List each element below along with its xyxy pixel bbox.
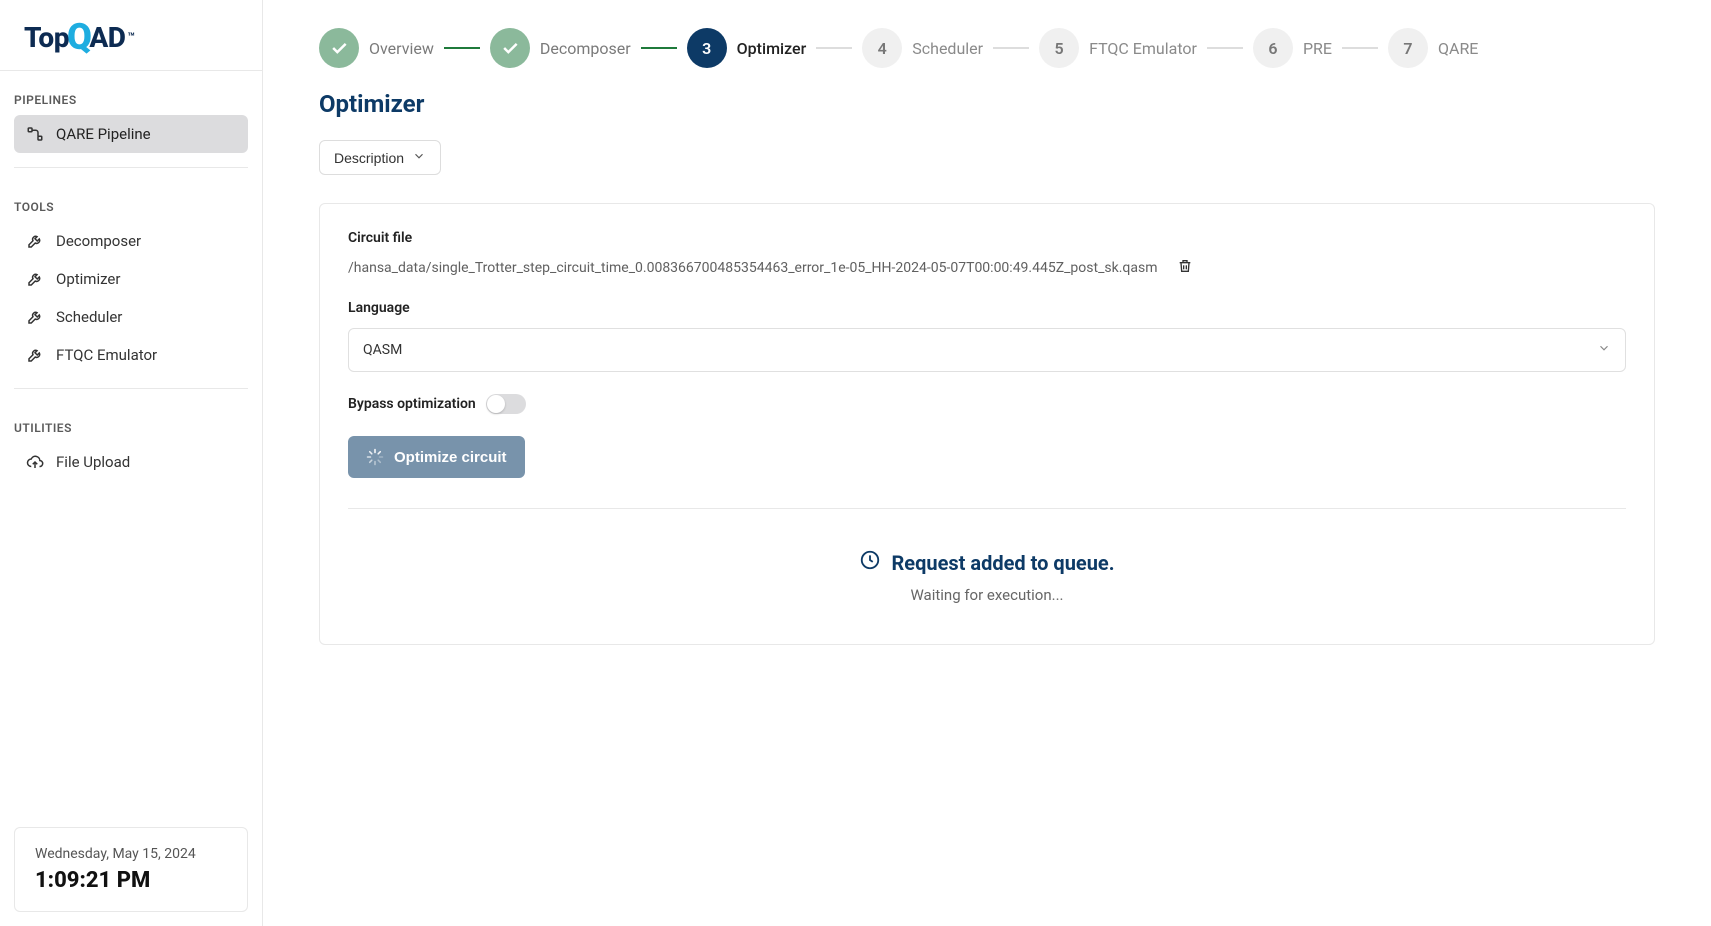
wrench-icon <box>26 308 44 326</box>
step-label: QARE <box>1438 39 1478 58</box>
sidebar-item-ftqc-emulator[interactable]: FTQC Emulator <box>14 336 248 374</box>
step-decomposer[interactable]: Decomposer <box>490 28 631 68</box>
step-label: Optimizer <box>737 39 807 58</box>
circuit-file-path: /hansa_data/single_Trotter_step_circuit_… <box>348 260 1157 276</box>
check-icon <box>490 28 530 68</box>
logo-tm: ™ <box>127 30 134 44</box>
nav-divider <box>14 388 248 389</box>
nav-divider <box>14 167 248 168</box>
step-scheduler[interactable]: 4 Scheduler <box>862 28 983 68</box>
step-connector <box>993 47 1029 49</box>
language-value: QASM <box>363 342 402 358</box>
step-overview[interactable]: Overview <box>319 28 434 68</box>
description-toggle-button[interactable]: Description <box>319 140 441 175</box>
queue-status: Request added to queue. Waiting for exec… <box>348 549 1626 604</box>
description-label: Description <box>334 150 404 166</box>
bypass-toggle[interactable] <box>486 394 526 414</box>
datetime-card: Wednesday, May 15, 2024 1:09:21 PM <box>14 827 248 912</box>
datetime-date: Wednesday, May 15, 2024 <box>35 846 227 862</box>
wrench-icon <box>26 346 44 364</box>
wrench-icon <box>26 232 44 250</box>
step-number: 6 <box>1253 28 1293 68</box>
nav-header-pipelines: PIPELINES <box>14 85 248 115</box>
sidebar-item-label: Optimizer <box>56 270 120 288</box>
logo: TopQAD™ <box>0 0 262 71</box>
step-number: 3 <box>687 28 727 68</box>
step-connector <box>1342 47 1378 49</box>
step-ftqc-emulator[interactable]: 5 FTQC Emulator <box>1039 28 1197 68</box>
logo-text-q: Q <box>67 16 91 58</box>
nav-header-utilities: UTILITIES <box>14 413 248 443</box>
delete-file-button[interactable] <box>1177 258 1193 278</box>
step-number: 5 <box>1039 28 1079 68</box>
sidebar-item-qare-pipeline[interactable]: QARE Pipeline <box>14 115 248 153</box>
page-title: Optimizer <box>319 90 1655 118</box>
nav-header-tools: TOOLS <box>14 192 248 222</box>
step-label: PRE <box>1303 39 1332 58</box>
step-qare[interactable]: 7 QARE <box>1388 28 1478 68</box>
sidebar-item-scheduler[interactable]: Scheduler <box>14 298 248 336</box>
sidebar: TopQAD™ PIPELINES QARE Pipeline TOOLS De… <box>0 0 263 926</box>
wrench-icon <box>26 270 44 288</box>
trash-icon <box>1177 258 1193 278</box>
stepper: Overview Decomposer 3 Optimizer 4 Schedu… <box>319 28 1655 68</box>
language-select[interactable]: QASM <box>348 328 1626 372</box>
upload-cloud-icon <box>26 453 44 471</box>
queue-title-text: Request added to queue. <box>891 551 1114 575</box>
step-connector <box>641 47 677 49</box>
logo-text-ad: AD <box>89 21 125 54</box>
clock-icon <box>859 549 881 576</box>
sidebar-item-label: QARE Pipeline <box>56 125 151 143</box>
step-optimizer[interactable]: 3 Optimizer <box>687 28 807 68</box>
language-label: Language <box>348 300 1626 316</box>
sidebar-item-file-upload[interactable]: File Upload <box>14 443 248 481</box>
sidebar-item-label: File Upload <box>56 453 130 471</box>
loading-spinner-icon <box>366 448 384 466</box>
step-pre[interactable]: 6 PRE <box>1253 28 1332 68</box>
optimize-button-label: Optimize circuit <box>394 449 507 466</box>
step-label: Decomposer <box>540 39 631 58</box>
pipeline-icon <box>26 125 44 143</box>
queue-subtext: Waiting for execution... <box>348 586 1626 604</box>
chevron-down-icon <box>1597 341 1611 359</box>
sidebar-item-optimizer[interactable]: Optimizer <box>14 260 248 298</box>
step-number: 4 <box>862 28 902 68</box>
step-label: Overview <box>369 39 434 58</box>
optimize-circuit-button[interactable]: Optimize circuit <box>348 436 525 478</box>
step-number: 7 <box>1388 28 1428 68</box>
logo-text-top: Top <box>24 21 69 54</box>
step-label: Scheduler <box>912 39 983 58</box>
sidebar-item-label: Decomposer <box>56 232 141 250</box>
circuit-file-label: Circuit file <box>348 230 1626 246</box>
step-connector <box>444 47 480 49</box>
datetime-time: 1:09:21 PM <box>35 868 227 893</box>
optimizer-panel: Circuit file /hansa_data/single_Trotter_… <box>319 203 1655 645</box>
step-connector <box>816 47 852 49</box>
chevron-down-icon <box>412 149 426 166</box>
bypass-label: Bypass optimization <box>348 396 476 412</box>
step-label: FTQC Emulator <box>1089 39 1197 58</box>
sidebar-item-label: FTQC Emulator <box>56 346 157 364</box>
main-content: Overview Decomposer 3 Optimizer 4 Schedu… <box>263 0 1711 926</box>
sidebar-item-label: Scheduler <box>56 308 122 326</box>
step-connector <box>1207 47 1243 49</box>
check-icon <box>319 28 359 68</box>
sidebar-item-decomposer[interactable]: Decomposer <box>14 222 248 260</box>
toggle-knob <box>487 395 505 413</box>
panel-divider <box>348 508 1626 509</box>
